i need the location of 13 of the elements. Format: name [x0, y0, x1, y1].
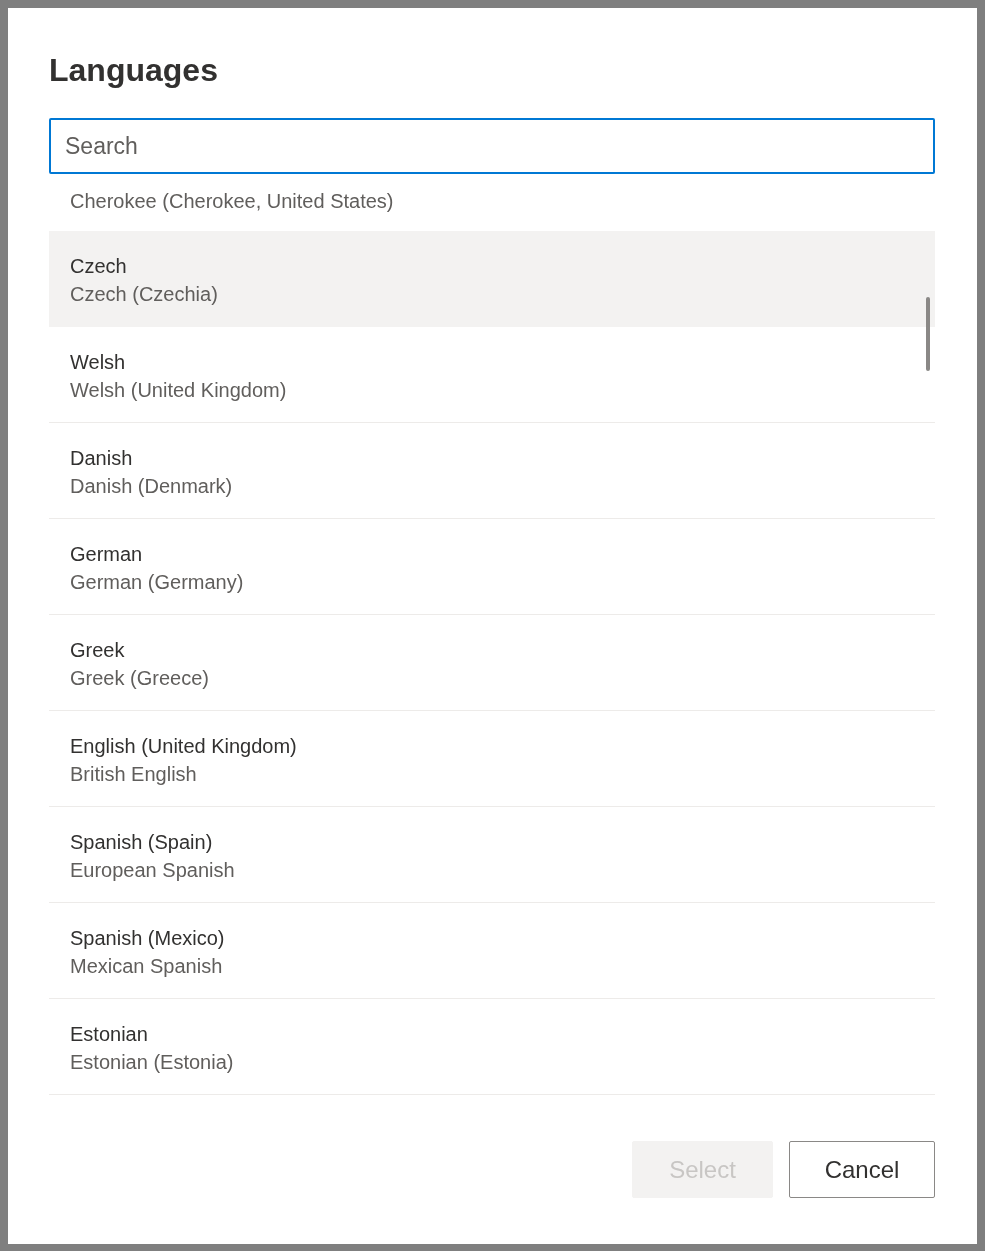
language-item[interactable]: Estonian Estonian (Estonia) — [49, 999, 935, 1095]
cancel-button[interactable]: Cancel — [789, 1141, 935, 1198]
language-item[interactable]: Greek Greek (Greece) — [49, 615, 935, 711]
scrollbar-thumb[interactable] — [926, 297, 930, 371]
language-item[interactable]: Spanish (Mexico) Mexican Spanish — [49, 903, 935, 999]
language-subtitle: Cherokee (Cherokee, United States) — [70, 189, 394, 214]
language-item[interactable]: Czech Czech (Czechia) — [49, 231, 935, 327]
language-item[interactable]: English (United Kingdom) British English — [49, 711, 935, 807]
dialog-title: Languages — [49, 51, 218, 90]
language-item[interactable]: Danish Danish (Denmark) — [49, 423, 935, 519]
language-item[interactable]: German German (Germany) — [49, 519, 935, 615]
language-item[interactable]: Spanish (Spain) European Spanish — [49, 807, 935, 903]
search-field[interactable]: Search — [49, 118, 935, 174]
